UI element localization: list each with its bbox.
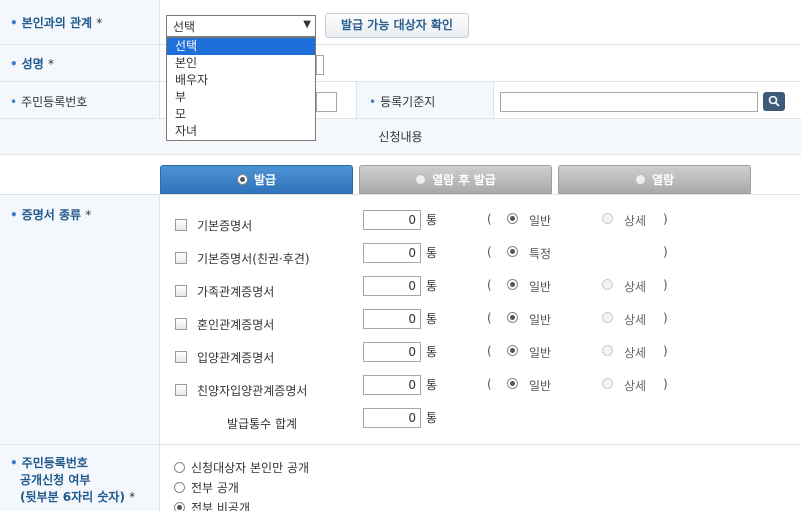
cert-checkbox[interactable] <box>175 252 187 264</box>
tab-view-then-issue[interactable]: 열람 후 발급 <box>359 165 552 194</box>
bullet-icon: • <box>10 16 18 30</box>
relationship-dropdown-list: 선택 본인 배우자 부 모 자녀 <box>166 37 316 141</box>
check-eligible-button[interactable]: 발급 가능 대상자 확인 <box>325 13 469 38</box>
name-label-cell: • 성명 * <box>0 45 160 82</box>
certificates-label-cell: • 증명서 종류 * <box>0 195 160 445</box>
request-section-header: 신청내용 <box>0 119 801 155</box>
radio-detail[interactable] <box>602 279 613 290</box>
dropdown-option[interactable]: 모 <box>167 106 315 123</box>
resident-no-input[interactable] <box>316 92 337 112</box>
radio-general[interactable] <box>507 312 518 323</box>
disclosure-option[interactable]: 전부 공개 <box>174 478 309 498</box>
dropdown-option[interactable]: 부 <box>167 89 315 106</box>
register-base-input[interactable] <box>500 92 758 112</box>
tab-view[interactable]: 열람 <box>558 165 751 194</box>
dropdown-option[interactable]: 배우자 <box>167 72 315 89</box>
disclosure-options: 신청대상자 본인만 공개 전부 공개 전부 비공개 <box>174 458 309 511</box>
cert-count-input[interactable]: 0 <box>363 309 421 329</box>
radio-detail[interactable] <box>602 312 613 323</box>
chevron-down-icon: ▼ <box>303 19 311 30</box>
radio-general[interactable] <box>507 345 518 356</box>
cert-checkbox[interactable] <box>175 318 187 330</box>
certificates-label: 증명서 종류 <box>21 208 82 222</box>
search-button[interactable] <box>763 92 785 111</box>
relationship-label-cell: • 본인과의 관계 * <box>0 0 160 45</box>
cert-count-input[interactable]: 0 <box>363 210 421 230</box>
total-label: 발급통수 합계 <box>227 417 298 431</box>
radio-general[interactable] <box>507 213 518 224</box>
cert-name: 혼인관계증명서 <box>197 318 275 332</box>
cert-name: 기본증명서 <box>197 219 253 233</box>
radio-icon <box>174 462 185 473</box>
radio-specific[interactable] <box>507 246 518 257</box>
radio-general[interactable] <box>507 279 518 290</box>
cert-checkbox[interactable] <box>175 219 187 231</box>
resident-no-label: 주민등록번호 <box>21 95 88 109</box>
disclosure-option[interactable]: 신청대상자 본인만 공개 <box>174 458 309 478</box>
name-label: 성명 <box>21 57 44 71</box>
resident-no-label-cell: • 주민등록번호 <box>0 82 160 119</box>
radio-detail[interactable] <box>602 213 613 224</box>
dropdown-option[interactable]: 자녀 <box>167 123 315 140</box>
dropdown-option[interactable]: 본인 <box>167 55 315 72</box>
radio-icon <box>236 174 248 185</box>
cert-count-input[interactable]: 0 <box>363 276 421 296</box>
radio-detail[interactable] <box>602 378 613 389</box>
cert-name: 가족관계증명서 <box>197 285 275 299</box>
request-section-title: 신청내용 <box>378 130 423 144</box>
cert-count-input[interactable]: 0 <box>363 243 421 263</box>
radio-icon <box>415 174 427 185</box>
cert-name: 친양자입양관계증명서 <box>197 384 308 398</box>
cert-checkbox[interactable] <box>175 351 187 363</box>
radio-icon <box>174 482 185 493</box>
radio-icon <box>174 502 185 511</box>
dropdown-option[interactable]: 선택 <box>167 38 315 55</box>
total-count: 0 <box>363 408 421 428</box>
name-input[interactable] <box>316 55 324 75</box>
disclosure-option[interactable]: 전부 비공개 <box>174 498 309 511</box>
radio-detail[interactable] <box>602 345 613 356</box>
cert-checkbox[interactable] <box>175 285 187 297</box>
radio-icon <box>634 174 646 185</box>
disclosure-label-cell: • 주민등록번호 공개신청 여부 (뒷부분 6자리 숫자) * <box>0 445 160 511</box>
tab-issue[interactable]: 발급 <box>160 165 353 194</box>
cert-name: 입양관계증명서 <box>197 351 275 365</box>
search-icon <box>768 95 780 107</box>
relationship-select[interactable]: 선택 ▼ <box>166 15 316 37</box>
cert-count-input[interactable]: 0 <box>363 342 421 362</box>
radio-general[interactable] <box>507 378 518 389</box>
register-base-label: 등록기준지 <box>380 95 436 109</box>
cert-checkbox[interactable] <box>175 384 187 396</box>
cert-count-input[interactable]: 0 <box>363 375 421 395</box>
register-base-label-cell: • 등록기준지 <box>356 82 494 119</box>
relationship-label: 본인과의 관계 <box>21 16 93 30</box>
cert-name: 기본증명서(친권·후견) <box>197 252 310 266</box>
